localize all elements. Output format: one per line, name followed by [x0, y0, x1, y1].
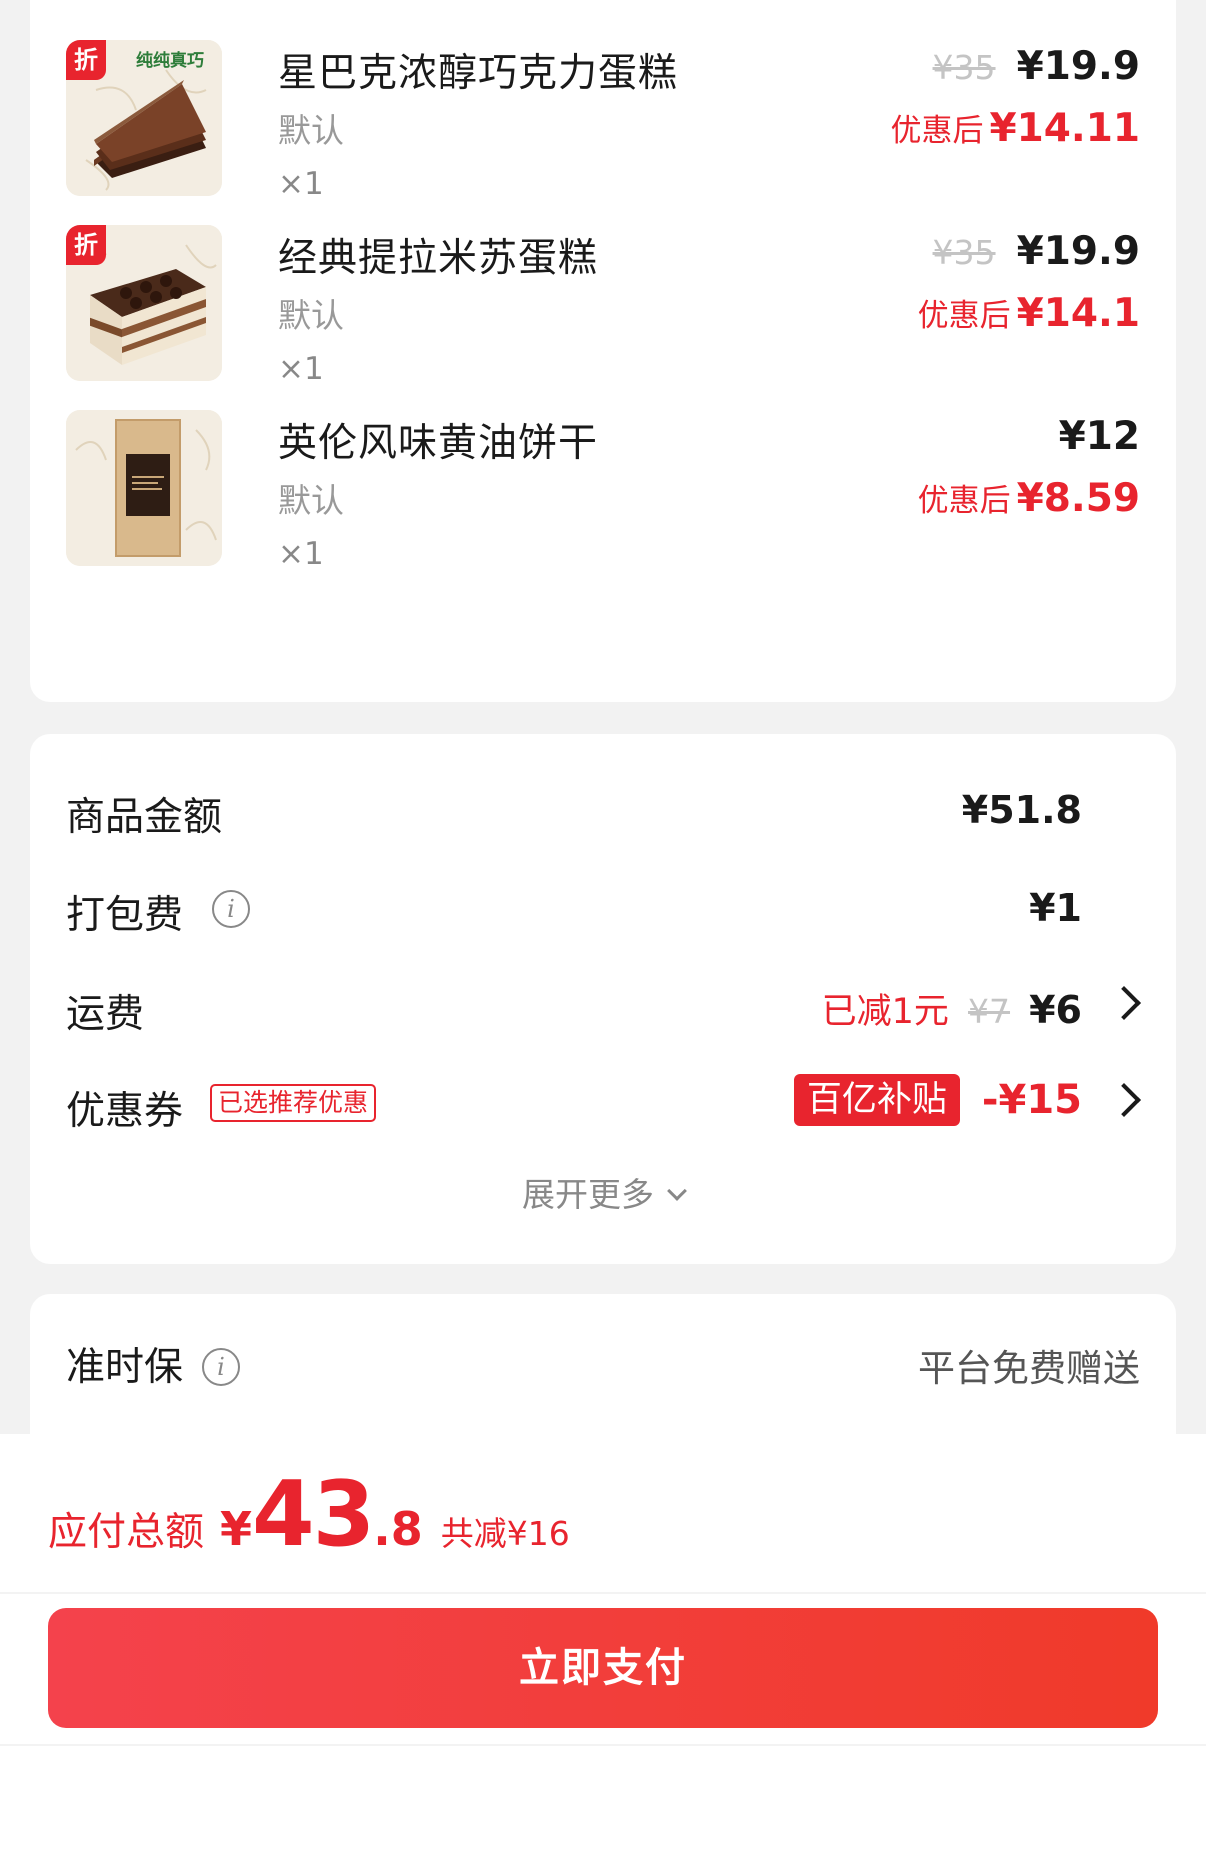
- original-price: ¥35: [932, 233, 996, 272]
- current-price: ¥19.9: [1016, 229, 1140, 274]
- cookie-bag-icon: [66, 410, 222, 566]
- after-discount-price: 优惠后 ¥14.1: [918, 290, 1140, 336]
- coupon-label: 优惠券: [66, 1089, 184, 1134]
- shipping-fee-values: 已减1元 ¥7 ¥6: [822, 983, 1082, 1034]
- product-item[interactable]: 折 经典提拉米苏蛋糕 默认 ×1 ¥35 ¥19.9 优惠后 ¥14.1: [66, 225, 1140, 415]
- shipping-fee-row[interactable]: 运费 已减1元 ¥7 ¥6: [66, 977, 1141, 1037]
- product-image-chocolate-cake: 折 纯纯真巧: [66, 40, 222, 196]
- product-name: 星巴克浓醇巧克力蛋糕: [278, 51, 679, 96]
- pay-now-button[interactable]: 立即支付: [48, 1608, 1158, 1728]
- product-qty: ×1: [278, 536, 324, 572]
- discount-badge: 折: [66, 225, 106, 265]
- product-item[interactable]: 折 纯纯真巧 星巴克浓醇巧克力蛋糕 默认 ×1 ¥35 ¥19.9 优惠后 ¥14…: [66, 40, 1140, 230]
- expand-more-label: 展开更多: [522, 1175, 654, 1214]
- after-discount-value: ¥14.1: [1016, 291, 1140, 336]
- after-discount-label: 优惠后: [917, 298, 1011, 334]
- currency-symbol: ¥: [220, 1502, 253, 1556]
- brand-tag: 纯纯真巧: [136, 51, 204, 71]
- product-name: 经典提拉米苏蛋糕: [278, 236, 599, 281]
- current-price: ¥19.9: [1016, 44, 1140, 89]
- product-prices: ¥12 优惠后 ¥8.59: [918, 414, 1140, 521]
- after-discount-value: ¥14.11: [989, 106, 1141, 151]
- info-icon[interactable]: i: [202, 1348, 240, 1386]
- product-item[interactable]: 英伦风味黄油饼干 默认 ×1 ¥12 优惠后 ¥8.59: [66, 410, 1140, 600]
- chevron-right-icon[interactable]: [1107, 1083, 1141, 1117]
- shipping-reduced-text: 已减1元: [821, 992, 949, 1032]
- chevron-right-icon[interactable]: [1107, 986, 1141, 1020]
- info-icon[interactable]: i: [212, 890, 250, 928]
- after-discount-price: 优惠后 ¥8.59: [918, 475, 1140, 521]
- current-price: ¥12: [1058, 414, 1140, 459]
- expand-more-button[interactable]: 展开更多: [30, 1168, 1176, 1216]
- total-label: 应付总额: [48, 1510, 205, 1555]
- original-price: ¥35: [932, 48, 996, 87]
- packing-fee-label: 打包费: [66, 893, 184, 938]
- goods-amount-row: 商品金额 ¥51.8: [66, 780, 1140, 840]
- shipping-fee-value: ¥6: [1029, 988, 1082, 1032]
- discount-badge: 折: [66, 40, 106, 80]
- goods-amount-value: ¥51.8: [961, 788, 1082, 832]
- total-decimal: .8: [373, 1502, 423, 1556]
- after-discount-price: 优惠后 ¥14.11: [891, 105, 1141, 151]
- packing-fee-value: ¥1: [1029, 886, 1082, 930]
- product-qty: ×1: [278, 166, 324, 202]
- product-prices: ¥35 ¥19.9 优惠后 ¥14.11: [891, 44, 1141, 151]
- divider: [0, 1592, 1206, 1594]
- product-spec: 默认: [278, 111, 344, 150]
- price-summary-card: 商品金额 ¥51.8 打包费 i ¥1 运费 已减1元 ¥7 ¥6 优惠券 已选…: [30, 734, 1176, 1264]
- shipping-original-fee: ¥7: [968, 992, 1011, 1031]
- goods-amount-label: 商品金额: [66, 795, 223, 840]
- total-integer: 43: [252, 1462, 375, 1567]
- product-image-tiramisu: 折: [66, 225, 222, 381]
- product-spec: 默认: [278, 481, 344, 520]
- items-card: 折 纯纯真巧 星巴克浓醇巧克力蛋糕 默认 ×1 ¥35 ¥19.9 优惠后 ¥14…: [30, 0, 1176, 702]
- checkout-bar: 应付总额 ¥ 43 .8 共减¥16 立即支付: [0, 1434, 1206, 1850]
- after-discount-label: 优惠后: [917, 483, 1011, 519]
- ontime-label: 准时保: [66, 1345, 184, 1390]
- shipping-fee-label: 运费: [66, 992, 145, 1037]
- after-discount-value: ¥8.59: [1016, 476, 1140, 521]
- subsidy-badge: 百亿补贴: [793, 1074, 960, 1126]
- product-qty: ×1: [278, 351, 324, 387]
- product-prices: ¥35 ¥19.9 优惠后 ¥14.1: [918, 229, 1140, 336]
- coupon-recommended-tag: 已选推荐优惠: [210, 1084, 377, 1122]
- packing-fee-row: 打包费 i ¥1: [66, 878, 1140, 938]
- coupon-row[interactable]: 优惠券 已选推荐优惠 百亿补贴 -¥15: [66, 1074, 1141, 1134]
- product-name: 英伦风味黄油饼干: [278, 421, 599, 466]
- coupon-values: 百亿补贴 -¥15: [793, 1074, 1082, 1126]
- divider: [0, 1744, 1206, 1746]
- total-amount: 应付总额 ¥ 43 .8 共减¥16: [48, 1462, 570, 1572]
- chevron-down-icon: [667, 1181, 687, 1201]
- coupon-amount: -¥15: [981, 1077, 1082, 1123]
- order-confirm-page: 折 纯纯真巧 星巴克浓醇巧克力蛋糕 默认 ×1 ¥35 ¥19.9 优惠后 ¥14…: [0, 0, 1206, 1850]
- product-image-cookie-bag: [66, 410, 222, 566]
- total-saved: 共减¥16: [440, 1514, 570, 1553]
- product-spec: 默认: [278, 296, 344, 335]
- after-discount-label: 优惠后: [890, 113, 984, 149]
- ontime-value: 平台免费赠送: [918, 1347, 1140, 1390]
